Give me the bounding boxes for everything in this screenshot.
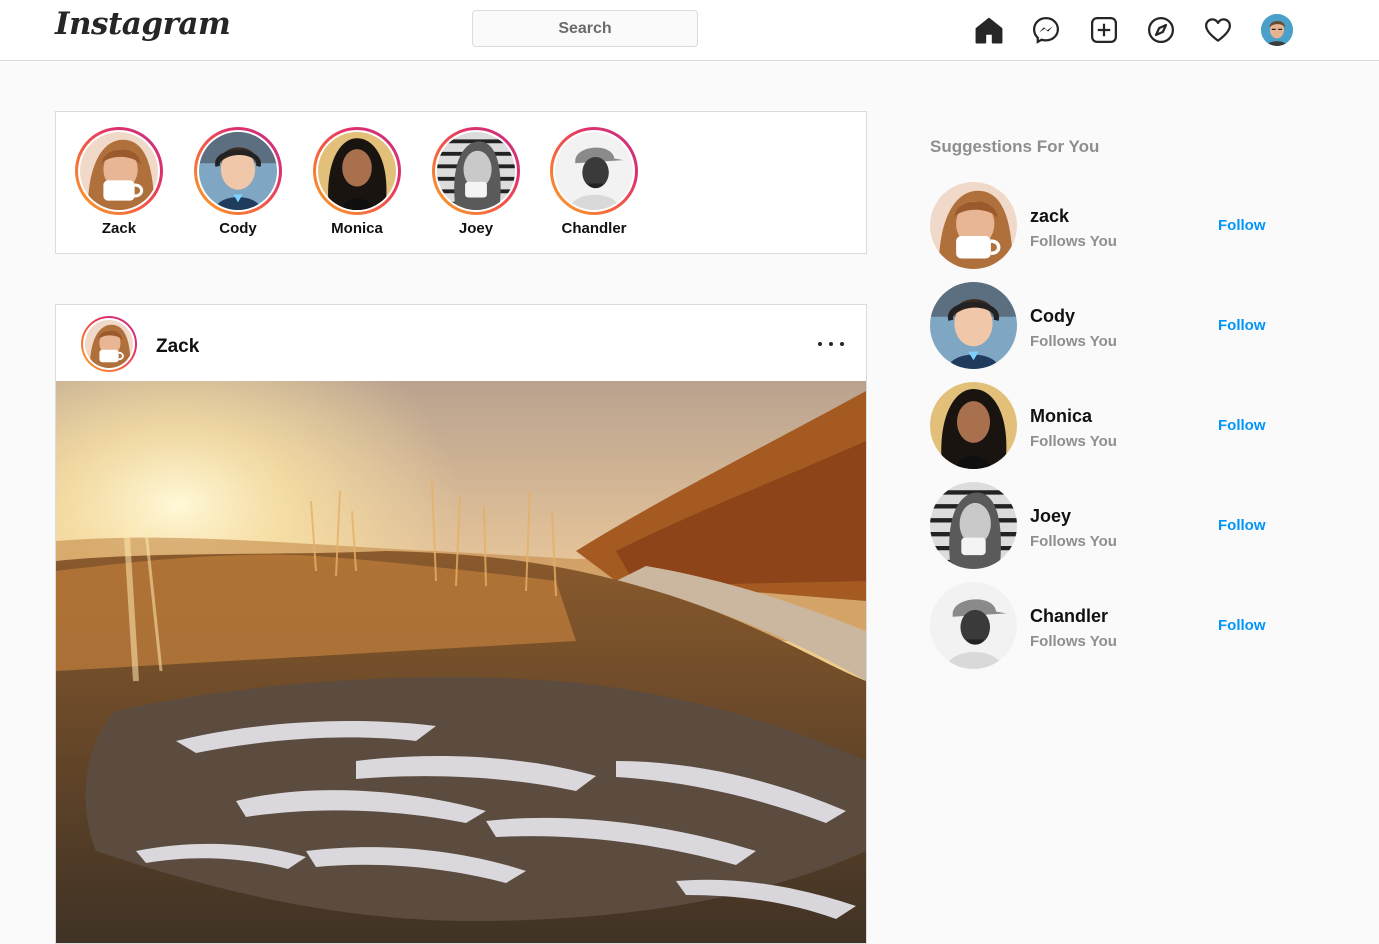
post-author-avatar[interactable] bbox=[81, 316, 137, 372]
follow-button[interactable]: Follow bbox=[1218, 317, 1266, 334]
messenger-icon[interactable] bbox=[1030, 14, 1062, 46]
suggestion-name[interactable]: Monica bbox=[1030, 406, 1092, 427]
suggestion-name[interactable]: Chandler bbox=[1030, 606, 1108, 627]
activity-heart-icon[interactable] bbox=[1202, 14, 1234, 46]
story-ring bbox=[432, 127, 520, 215]
story-cody[interactable]: Cody bbox=[193, 127, 283, 237]
explore-icon[interactable] bbox=[1145, 14, 1177, 46]
suggestion-subtitle: Follows You bbox=[1030, 333, 1117, 350]
story-monica[interactable]: Monica bbox=[312, 127, 402, 237]
suggestion-subtitle: Follows You bbox=[1030, 533, 1117, 550]
story-joey[interactable]: Joey bbox=[431, 127, 521, 237]
follow-button[interactable]: Follow bbox=[1218, 217, 1266, 234]
top-nav-bar: Instagram bbox=[0, 0, 1379, 61]
post-username[interactable]: Zack bbox=[156, 336, 199, 358]
story-ring bbox=[550, 127, 638, 215]
avatar bbox=[318, 132, 396, 210]
story-ring bbox=[313, 127, 401, 215]
story-zack[interactable]: Zack bbox=[74, 127, 164, 237]
profile-avatar[interactable] bbox=[1261, 14, 1293, 46]
follow-button[interactable]: Follow bbox=[1218, 517, 1266, 534]
stories-tray: Zack Cody Monica Joey Chandler bbox=[55, 111, 867, 254]
avatar[interactable] bbox=[930, 182, 1017, 269]
story-ring bbox=[75, 127, 163, 215]
suggestion-item-chandler: Chandler Follows You Follow bbox=[930, 582, 1270, 670]
story-name: Joey bbox=[458, 220, 494, 237]
avatar bbox=[199, 132, 277, 210]
post-header: Zack bbox=[56, 305, 866, 381]
suggestion-name[interactable]: Joey bbox=[1030, 506, 1071, 527]
follow-button[interactable]: Follow bbox=[1218, 417, 1266, 434]
post-image[interactable] bbox=[56, 381, 866, 943]
story-name: Chandler bbox=[561, 220, 627, 237]
suggestion-name[interactable]: Cody bbox=[1030, 306, 1075, 327]
story-name: Monica bbox=[331, 220, 383, 237]
suggestion-item-joey: Joey Follows You Follow bbox=[930, 482, 1270, 570]
suggestion-item-zack: zack Follows You Follow bbox=[930, 182, 1270, 270]
story-name: Cody bbox=[219, 220, 257, 237]
follow-button[interactable]: Follow bbox=[1218, 617, 1266, 634]
suggestions-title: Suggestions For You bbox=[930, 137, 1100, 156]
feed-post: Zack bbox=[55, 304, 867, 944]
suggestion-item-cody: Cody Follows You Follow bbox=[930, 282, 1270, 370]
story-name: Zack bbox=[101, 220, 137, 237]
instagram-logo[interactable]: Instagram bbox=[55, 6, 231, 42]
avatar bbox=[437, 132, 515, 210]
story-ring bbox=[194, 127, 282, 215]
avatar bbox=[555, 132, 633, 210]
suggestion-name[interactable]: zack bbox=[1030, 206, 1069, 227]
avatar[interactable] bbox=[930, 282, 1017, 369]
suggestion-item-monica: Monica Follows You Follow bbox=[930, 382, 1270, 470]
avatar bbox=[80, 132, 158, 210]
story-chandler[interactable]: Chandler bbox=[549, 127, 639, 237]
avatar[interactable] bbox=[930, 582, 1017, 669]
home-icon[interactable] bbox=[973, 14, 1005, 46]
suggestion-subtitle: Follows You bbox=[1030, 433, 1117, 450]
suggestion-subtitle: Follows You bbox=[1030, 633, 1117, 650]
avatar[interactable] bbox=[930, 482, 1017, 569]
avatar[interactable] bbox=[930, 382, 1017, 469]
search-input[interactable] bbox=[472, 10, 698, 47]
new-post-icon[interactable] bbox=[1088, 14, 1120, 46]
more-options-icon[interactable] bbox=[818, 333, 844, 355]
suggestion-subtitle: Follows You bbox=[1030, 233, 1117, 250]
